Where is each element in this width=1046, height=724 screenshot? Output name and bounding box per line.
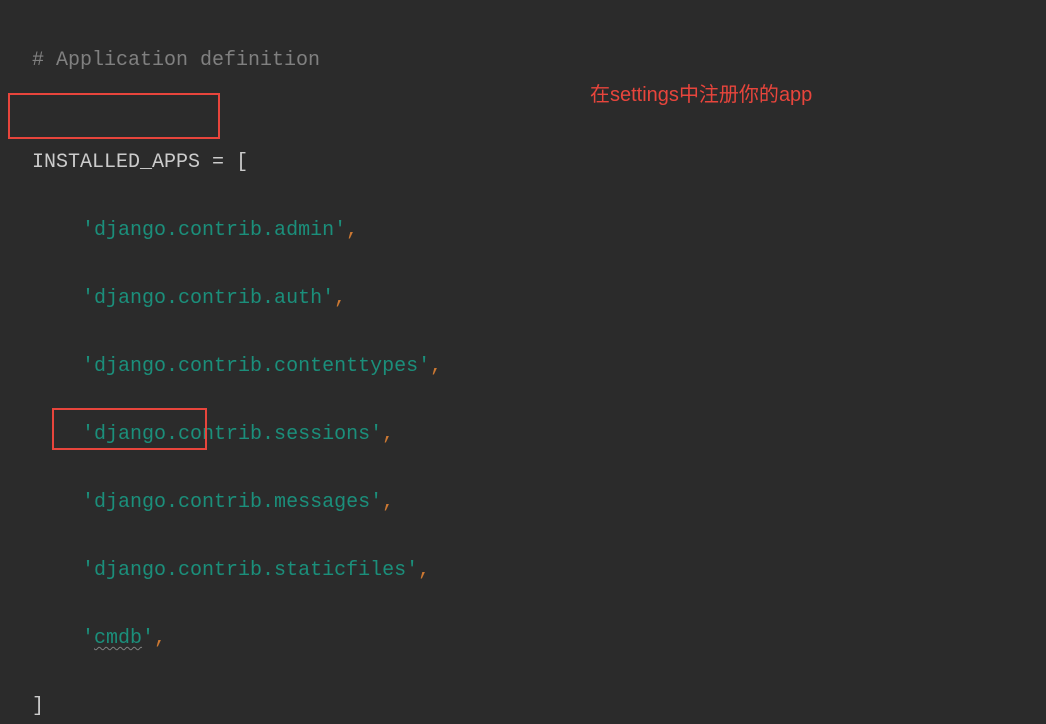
quote-open: ' (82, 559, 94, 582)
quote-close: ' (370, 423, 382, 446)
quote-open: ' (82, 355, 94, 378)
equals-operator: = (200, 151, 236, 174)
quote-close: ' (334, 219, 346, 242)
comma: , (346, 219, 358, 242)
variable-name: INSTALLED_APPS (32, 151, 200, 174)
code-line-app-5[interactable]: 'django.contrib.staticfiles', (8, 520, 1046, 588)
annotation-middle: 中注册你的 (679, 84, 779, 106)
app-string-0: django.contrib.admin (94, 219, 334, 242)
quote-close: ' (406, 559, 418, 582)
app-string-1: django.contrib.auth (94, 287, 322, 310)
annotation-app: app (779, 84, 812, 106)
quote-close: ' (418, 355, 430, 378)
app-string-2: django.contrib.contenttypes (94, 355, 418, 378)
quote-close: ' (322, 287, 334, 310)
comma: , (154, 627, 166, 650)
comma: , (382, 423, 394, 446)
quote-open: ' (82, 423, 94, 446)
app-string-6: cmdb (94, 627, 142, 650)
annotation-settings: settings (610, 84, 679, 106)
quote-open: ' (82, 627, 94, 650)
open-bracket: [ (236, 151, 248, 174)
code-line-app-2[interactable]: 'django.contrib.contenttypes', (8, 316, 1046, 384)
code-line-app-1[interactable]: 'django.contrib.auth', (8, 248, 1046, 316)
annotation-prefix: 在 (590, 84, 610, 106)
quote-open: ' (82, 219, 94, 242)
app-string-5: django.contrib.staticfiles (94, 559, 406, 582)
comma: , (334, 287, 346, 310)
quote-close: ' (142, 627, 154, 650)
quote-open: ' (82, 287, 94, 310)
close-bracket: ] (32, 695, 44, 718)
code-line-declaration[interactable]: INSTALLED_APPS = [ (8, 112, 1046, 180)
code-comment-line[interactable]: # Application definition (8, 10, 1046, 78)
comment-text: # Application definition (32, 49, 320, 72)
app-string-3: django.contrib.sessions (94, 423, 370, 446)
code-line-close[interactable]: ] (8, 656, 1046, 724)
code-line-app-6[interactable]: 'cmdb', (8, 588, 1046, 656)
blank-line (8, 78, 1046, 112)
code-line-app-3[interactable]: 'django.contrib.sessions', (8, 384, 1046, 452)
code-line-app-0[interactable]: 'django.contrib.admin', (8, 180, 1046, 248)
comma: , (430, 355, 442, 378)
annotation-text: 在settings中注册你的app (590, 78, 812, 112)
code-line-app-4[interactable]: 'django.contrib.messages', (8, 452, 1046, 520)
comma: , (418, 559, 430, 582)
